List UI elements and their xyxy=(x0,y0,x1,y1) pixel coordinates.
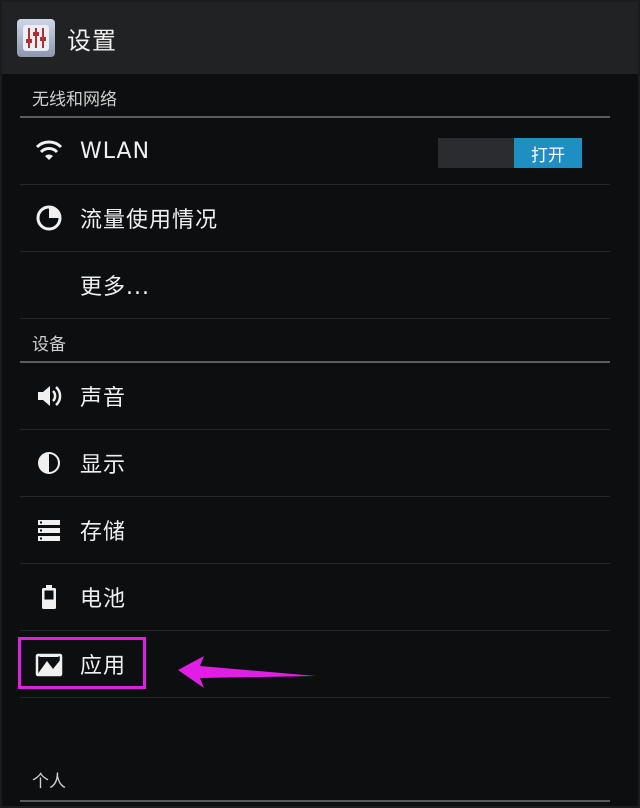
section-header-device: 设备 xyxy=(20,319,610,363)
settings-list: 无线和网络 WLAN 打开 流量使用情况 更多... 设备 声音 显示 存储 电… xyxy=(20,74,610,698)
settings-item-label: 声音 xyxy=(80,386,127,411)
settings-item-label: 电池 xyxy=(80,587,127,612)
settings-item-storage[interactable]: 存储 xyxy=(20,497,610,564)
pointer-arrow-icon xyxy=(178,656,316,688)
settings-item-label: 存储 xyxy=(80,520,127,545)
settings-item-label: 流量使用情况 xyxy=(80,208,219,233)
settings-item-battery[interactable]: 电池 xyxy=(20,564,610,631)
apps-highlight-box xyxy=(18,637,146,689)
settings-item-wlan[interactable]: WLAN 打开 xyxy=(20,118,610,185)
settings-item-more[interactable]: 更多... xyxy=(20,252,610,319)
settings-item-label: WLAN xyxy=(80,138,151,164)
wifi-icon xyxy=(34,136,64,166)
settings-item-display[interactable]: 显示 xyxy=(20,430,610,497)
settings-screen: 设置 无线和网络 WLAN 打开 流量使用情况 更多... 设备 声音 显示 存… xyxy=(0,0,640,808)
settings-equalizer-icon[interactable] xyxy=(17,19,55,57)
wlan-toggle[interactable]: 打开 xyxy=(438,138,582,168)
settings-item-label: 显示 xyxy=(80,453,127,478)
settings-item-label: 更多... xyxy=(80,275,150,300)
toggle-on-label: 打开 xyxy=(514,138,582,168)
data-usage-icon xyxy=(34,203,64,233)
battery-icon xyxy=(34,582,64,612)
toggle-track xyxy=(438,138,514,168)
action-bar: 设置 xyxy=(2,2,638,74)
page-title: 设置 xyxy=(67,26,117,55)
section-header-wireless: 无线和网络 xyxy=(20,74,610,118)
storage-icon xyxy=(34,515,64,545)
settings-item-sound[interactable]: 声音 xyxy=(20,363,610,430)
brightness-icon xyxy=(34,448,64,478)
section-header-personal: 个人 xyxy=(20,750,610,802)
settings-item-data-usage[interactable]: 流量使用情况 xyxy=(20,185,610,252)
speaker-icon xyxy=(34,381,64,411)
